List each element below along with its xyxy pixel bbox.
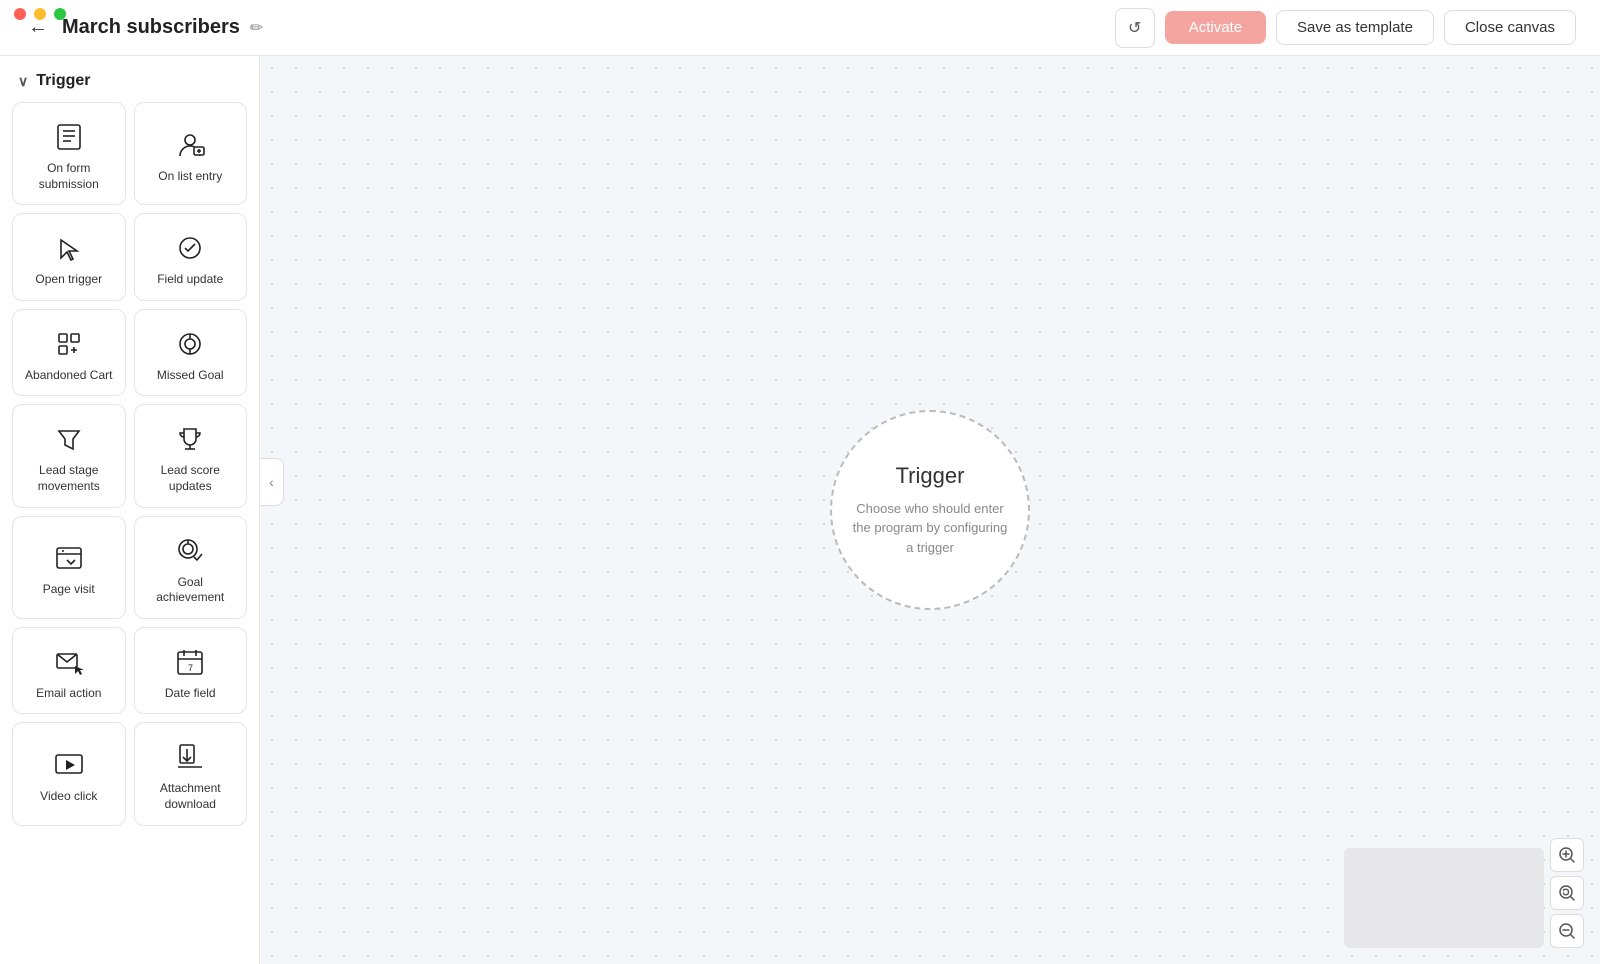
dot-red [14, 8, 26, 20]
page-visit-icon [51, 540, 87, 576]
trigger-card-abandoned-cart[interactable]: Abandoned Cart [12, 309, 126, 397]
attachment-download-icon [172, 739, 208, 775]
zoom-reset-button[interactable] [1550, 876, 1584, 910]
missed-goal-label: Missed Goal [157, 368, 224, 384]
trigger-card-date-field[interactable]: 7 Date field [134, 627, 248, 715]
traffic-lights [0, 0, 1600, 28]
trigger-card-open-trigger[interactable]: Open trigger [12, 213, 126, 301]
trigger-card-attachment-download[interactable]: Attachment download [134, 722, 248, 825]
zoom-in-button[interactable] [1550, 838, 1584, 872]
on-form-submission-label: On form submission [21, 161, 117, 192]
trigger-card-lead-stage-movements[interactable]: Lead stage movements [12, 404, 126, 507]
zoom-reset-icon [1558, 884, 1576, 902]
zoom-out-icon [1558, 922, 1576, 940]
on-form-submission-icon [51, 119, 87, 155]
goal-achievement-label: Goal achievement [143, 575, 239, 606]
trigger-section-label: Trigger [36, 72, 90, 90]
on-list-entry-icon [172, 127, 208, 163]
open-trigger-icon [51, 230, 87, 266]
trigger-card-on-list-entry[interactable]: On list entry [134, 102, 248, 205]
lead-stage-movements-label: Lead stage movements [21, 463, 117, 494]
dot-yellow [34, 8, 46, 20]
main-layout: ∨ Trigger On form submission On list entr… [0, 56, 1600, 964]
trigger-node-title: Trigger [896, 463, 965, 489]
sidebar-header: ∨ Trigger [0, 56, 259, 102]
trigger-node[interactable]: Trigger Choose who should enter the prog… [830, 410, 1030, 610]
lead-score-updates-icon [172, 421, 208, 457]
zoom-in-icon [1558, 846, 1576, 864]
goal-achievement-icon [172, 533, 208, 569]
attachment-download-label: Attachment download [143, 781, 239, 812]
trigger-card-field-update[interactable]: Field update [134, 213, 248, 301]
trigger-card-missed-goal[interactable]: Missed Goal [134, 309, 248, 397]
open-trigger-label: Open trigger [35, 272, 102, 288]
trigger-card-on-form-submission[interactable]: On form submission [12, 102, 126, 205]
missed-goal-icon [172, 326, 208, 362]
field-update-label: Field update [157, 272, 223, 288]
page-visit-label: Page visit [43, 582, 95, 598]
trigger-node-desc: Choose who should enter the program by c… [852, 499, 1008, 558]
trigger-card-lead-score-updates[interactable]: Lead score updates [134, 404, 248, 507]
abandoned-cart-icon [51, 326, 87, 362]
date-field-label: Date field [165, 686, 216, 702]
collapse-sidebar-button[interactable]: ‹ [260, 458, 284, 506]
mini-map [1344, 848, 1544, 948]
chevron-icon: ∨ [18, 73, 28, 90]
abandoned-cart-label: Abandoned Cart [25, 368, 112, 384]
trigger-grid: On form submission On list entry Open trig… [0, 102, 259, 842]
canvas-area[interactable]: Trigger Choose who should enter the prog… [260, 56, 1600, 964]
email-action-icon [51, 644, 87, 680]
video-click-label: Video click [40, 789, 97, 805]
lead-score-updates-label: Lead score updates [143, 463, 239, 494]
trigger-card-goal-achievement[interactable]: Goal achievement [134, 516, 248, 619]
zoom-controls [1550, 838, 1584, 948]
svg-text:7: 7 [188, 663, 193, 673]
trigger-card-page-visit[interactable]: Page visit [12, 516, 126, 619]
lead-stage-movements-icon [51, 421, 87, 457]
zoom-out-button[interactable] [1550, 914, 1584, 948]
trigger-card-email-action[interactable]: Email action [12, 627, 126, 715]
trigger-card-video-click[interactable]: Video click [12, 722, 126, 825]
email-action-label: Email action [36, 686, 101, 702]
video-click-icon [51, 747, 87, 783]
sidebar: ∨ Trigger On form submission On list entr… [0, 56, 260, 964]
field-update-icon [172, 230, 208, 266]
date-field-icon: 7 [172, 644, 208, 680]
dot-green [54, 8, 66, 20]
on-list-entry-label: On list entry [158, 169, 222, 185]
